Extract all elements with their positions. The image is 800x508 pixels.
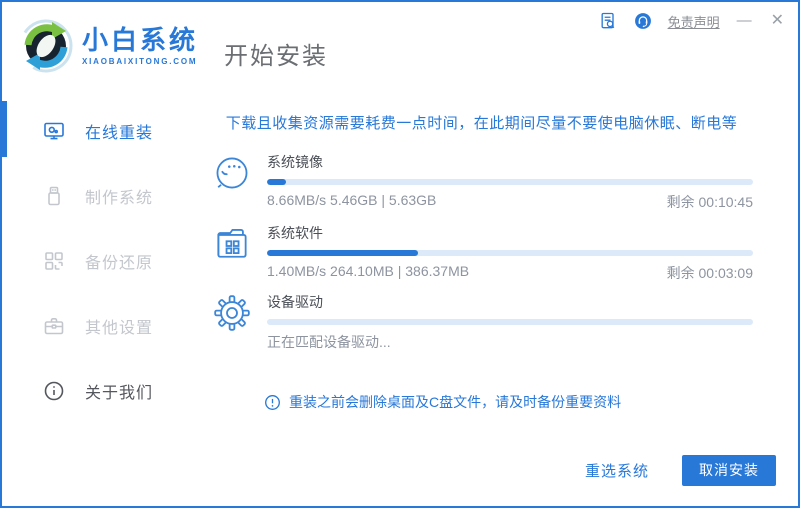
- sidebar-item-other-settings[interactable]: 其他设置: [2, 293, 202, 358]
- backup-grid-icon: [42, 249, 66, 273]
- brand-domain: XIAOBAIXITONG.COM: [82, 57, 198, 67]
- task-system-software: 系统软件 1.40MB/s 264.10MB | 386.37MB 剩余 00:…: [210, 221, 753, 283]
- info-circle-icon: [42, 379, 66, 403]
- progress-fill: [267, 250, 418, 256]
- sidebar-item-label: 其他设置: [85, 319, 154, 337]
- folder-apps-icon: [212, 224, 252, 264]
- progress-fill: [267, 179, 287, 185]
- backup-note: 重装之前会删除桌面及C盘文件，请及时备份重要资料: [264, 392, 621, 412]
- middle-region: 在线重装 制作系统 备份还原 其他设置 关于我们 下载且收集资源需要耗费一点时间…: [2, 90, 798, 434]
- task-label: 系统软件: [267, 225, 323, 241]
- monitor-icon: [42, 119, 66, 143]
- footer: 重选系统 取消安装: [2, 434, 798, 506]
- sidebar-item-make-system[interactable]: 制作系统: [2, 163, 202, 228]
- task-device-driver: 设备驱动 正在匹配设备驱动...: [210, 290, 753, 352]
- logo-refresh-icon: [18, 18, 74, 74]
- progress-bar-system-software: [267, 250, 753, 256]
- task-system-image: 系统镜像 8.66MB/s 5.46GB | 5.63GB 剩余 00:10:4…: [210, 150, 753, 212]
- task-remaining: 剩余 00:10:45: [666, 194, 753, 210]
- titlebar-controls: 免责声明 — ✕: [598, 10, 786, 32]
- gear-icon: [212, 293, 252, 333]
- sidebar-item-label: 关于我们: [85, 384, 154, 402]
- sidebar-item-backup-restore[interactable]: 备份还原: [2, 228, 202, 293]
- task-label: 系统镜像: [267, 154, 323, 170]
- brand-name: 小白系统: [82, 24, 199, 55]
- task-remaining: 剩余 00:03:09: [666, 265, 753, 281]
- face-chat-icon: [212, 153, 252, 193]
- sidebar-item-label: 备份还原: [85, 254, 154, 272]
- task-stats: 1.40MB/s 264.10MB | 386.37MB: [267, 263, 470, 279]
- progress-bar-device-driver: [267, 319, 753, 325]
- active-indicator: [2, 101, 7, 157]
- sidebar-item-online-reinstall[interactable]: 在线重装: [2, 98, 202, 163]
- sidebar-item-label: 制作系统: [85, 189, 154, 207]
- progress-bar-system-image: [267, 179, 753, 185]
- page-title: 开始安装: [224, 42, 329, 70]
- task-label: 设备驱动: [267, 294, 323, 310]
- usb-drive-icon: [42, 184, 66, 208]
- app-window: 小白系统 XIAOBAIXITONG.COM 开始安装 免责声明 — ✕ 在线重…: [0, 0, 800, 508]
- brand: 小白系统 XIAOBAIXITONG.COM: [2, 18, 198, 74]
- task-status: 正在匹配设备驱动...: [267, 334, 391, 350]
- document-search-icon[interactable]: [598, 11, 618, 31]
- reselect-system-button[interactable]: 重选系统: [585, 460, 649, 481]
- customer-service-icon[interactable]: [633, 11, 653, 31]
- install-progress-panel: 下载且收集资源需要耗费一点时间，在此期间尽量不要使电脑休眠、断电等 系统镜像 8…: [202, 90, 798, 434]
- task-stats: 8.66MB/s 5.46GB | 5.63GB: [267, 192, 437, 208]
- disclaimer-link[interactable]: 免责声明: [668, 12, 720, 31]
- sidebar: 在线重装 制作系统 备份还原 其他设置 关于我们: [2, 90, 202, 434]
- brand-text: 小白系统 XIAOBAIXITONG.COM: [82, 26, 198, 67]
- minimize-button[interactable]: —: [735, 11, 754, 31]
- close-button[interactable]: ✕: [769, 11, 786, 31]
- backup-note-text: 重装之前会删除桌面及C盘文件，请及时备份重要资料: [289, 394, 622, 410]
- sidebar-item-about-us[interactable]: 关于我们: [2, 358, 202, 423]
- briefcase-icon: [42, 314, 66, 338]
- cancel-install-button[interactable]: 取消安装: [682, 454, 776, 486]
- warning-text: 下载且收集资源需要耗费一点时间，在此期间尽量不要使电脑休眠、断电等: [225, 115, 738, 132]
- exclamation-circle-icon: [264, 394, 281, 411]
- sidebar-item-label: 在线重装: [85, 124, 154, 142]
- titlebar: 小白系统 XIAOBAIXITONG.COM 开始安装 免责声明 — ✕: [2, 2, 798, 90]
